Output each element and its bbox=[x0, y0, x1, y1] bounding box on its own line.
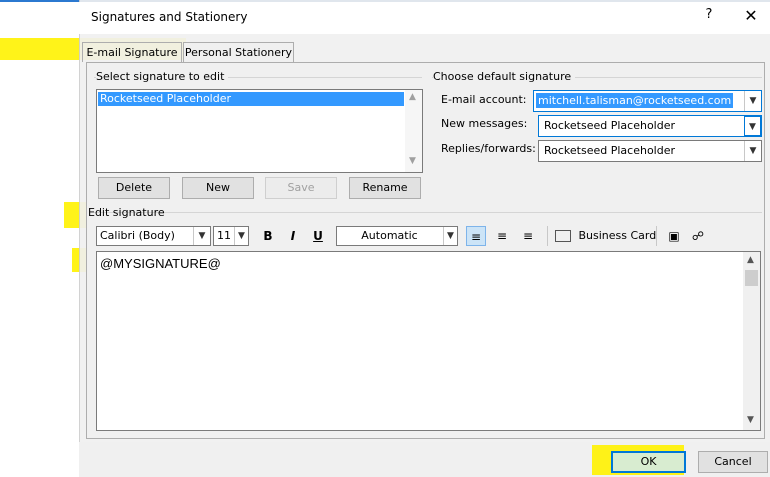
new-messages-select[interactable]: Rocketseed Placeholder ▼ bbox=[538, 115, 762, 137]
new-messages-label: New messages: bbox=[441, 117, 528, 130]
insert-picture-icon[interactable]: ▣ bbox=[664, 226, 684, 246]
align-left-icon[interactable]: ≡ bbox=[466, 226, 486, 246]
delete-button[interactable]: Delete bbox=[98, 177, 170, 199]
select-signature-label: Select signature to edit bbox=[96, 70, 229, 83]
font-size-select[interactable]: 11 ▼ bbox=[213, 226, 249, 246]
ok-button[interactable]: OK bbox=[611, 451, 686, 473]
default-signature-label: Choose default signature bbox=[433, 70, 576, 83]
business-card-icon bbox=[555, 230, 571, 242]
replies-forwards-value: Rocketseed Placeholder bbox=[544, 144, 676, 157]
email-account-label: E-mail account: bbox=[441, 93, 527, 106]
underline-button[interactable]: U bbox=[308, 226, 328, 246]
rename-button[interactable]: Rename bbox=[349, 177, 421, 199]
toolbar-separator bbox=[547, 226, 548, 246]
editor-scroll-thumb[interactable] bbox=[745, 270, 758, 286]
font-name-value: Calibri (Body) bbox=[100, 229, 175, 242]
window-title: Signatures and Stationery bbox=[91, 10, 248, 24]
font-size-value: 11 bbox=[217, 229, 231, 242]
bold-button[interactable]: B bbox=[258, 226, 278, 246]
font-name-select[interactable]: Calibri (Body) ▼ bbox=[96, 226, 211, 246]
close-button[interactable]: ✕ bbox=[742, 6, 760, 25]
font-color-value: Automatic bbox=[361, 229, 418, 242]
hyperlink-icon[interactable]: ☍ bbox=[688, 226, 708, 246]
edit-signature-rule bbox=[94, 212, 762, 213]
tab-personal-stationery[interactable]: Personal Stationery bbox=[183, 42, 294, 62]
business-card-button[interactable]: Business Card bbox=[555, 226, 656, 246]
business-card-label: Business Card bbox=[578, 229, 657, 242]
scroll-up-icon[interactable]: ▲ bbox=[409, 92, 416, 102]
align-center-icon[interactable]: ≡ bbox=[492, 226, 512, 246]
save-button[interactable]: Save bbox=[265, 177, 337, 199]
tab-email-signature-label: E-mail Signature bbox=[86, 46, 178, 59]
signature-list-scrollbar[interactable]: ▲ ▼ bbox=[405, 90, 422, 172]
help-button[interactable]: ? bbox=[701, 7, 717, 25]
font-color-select[interactable]: Automatic ▼ bbox=[336, 226, 458, 246]
chevron-down-icon[interactable]: ▼ bbox=[744, 91, 761, 111]
email-account-value: mitchell.talisman@rocketseed.com bbox=[536, 93, 734, 108]
signature-editor[interactable] bbox=[96, 251, 761, 431]
new-messages-value: Rocketseed Placeholder bbox=[544, 119, 676, 132]
scroll-down-icon[interactable]: ▼ bbox=[409, 156, 416, 166]
email-account-select[interactable]: mitchell.talisman@rocketseed.com ▼ bbox=[533, 90, 762, 112]
edit-signature-label: Edit signature bbox=[88, 206, 165, 219]
replies-forwards-select[interactable]: Rocketseed Placeholder ▼ bbox=[538, 140, 762, 162]
align-right-icon[interactable]: ≡ bbox=[518, 226, 538, 246]
cancel-button[interactable]: Cancel bbox=[698, 451, 768, 473]
chevron-down-icon[interactable]: ▼ bbox=[443, 227, 457, 245]
chevron-down-icon[interactable]: ▼ bbox=[744, 116, 761, 136]
chevron-down-icon[interactable]: ▼ bbox=[193, 227, 210, 245]
signature-list-item[interactable]: Rocketseed Placeholder bbox=[98, 92, 404, 106]
signature-content[interactable]: @MYSIGNATURE@ bbox=[100, 256, 221, 271]
tab-email-signature[interactable]: E-mail Signature bbox=[82, 42, 182, 62]
tab-personal-stationery-label: Personal Stationery bbox=[184, 46, 293, 59]
chevron-down-icon[interactable]: ▼ bbox=[744, 141, 761, 161]
new-button[interactable]: New bbox=[182, 177, 254, 199]
replies-forwards-label: Replies/forwards: bbox=[441, 142, 536, 155]
chevron-down-icon[interactable]: ▼ bbox=[234, 227, 248, 245]
scroll-down-icon[interactable]: ▼ bbox=[747, 415, 754, 425]
scroll-up-icon[interactable]: ▲ bbox=[747, 255, 754, 265]
italic-button[interactable]: I bbox=[283, 226, 303, 246]
toolbar-separator bbox=[656, 226, 657, 246]
